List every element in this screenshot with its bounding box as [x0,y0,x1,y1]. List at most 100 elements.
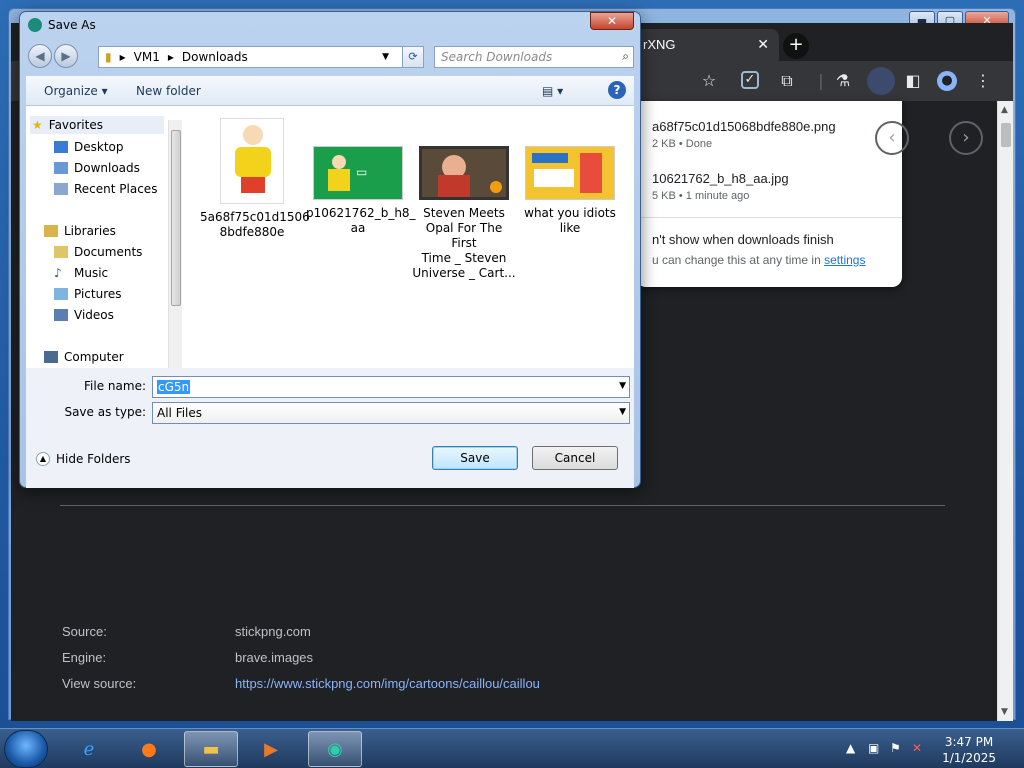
nav-recent-places[interactable]: Recent Places [54,182,157,196]
file-name: 5a68f75c01d1506 8bdfe880e [200,210,310,239]
folder-icon: ▮ [105,50,112,64]
view-source-label: View source: [62,676,137,691]
firefox-icon[interactable]: ● [122,731,176,767]
dialog-title: Save As [48,18,96,32]
pictures-icon [54,288,68,300]
side-panel-icon[interactable]: ◧ [903,71,923,91]
start-button[interactable] [4,730,48,768]
new-tab-button[interactable]: + [783,33,809,59]
search-input[interactable]: Search Downloads ⌕ [434,46,634,68]
internet-explorer-icon[interactable]: ℯ [62,731,116,767]
labs-flask-icon[interactable]: ⚗ [833,71,853,91]
taskbar: ℯ ● ▬ ▶ ◉ ▲ ▣ ⚑ ✕ 3:47 PM 1/1/2025 [0,728,1024,768]
nav-documents[interactable]: Documents [54,245,142,259]
engine-value: brave.images [235,650,314,665]
chevron-down-icon[interactable]: ▼ [619,407,626,417]
browser-tab[interactable]: rXNG ✕ [631,29,779,61]
action-center-flag-icon[interactable]: ⚑ [890,741,901,755]
extension-icon[interactable]: ✓ [741,71,759,89]
bookmark-star-icon[interactable]: ☆ [699,71,719,91]
videos-icon [54,309,68,321]
search-icon[interactable]: ⌕ [622,49,629,64]
hide-folders-toggle[interactable]: ▲ Hide Folders [36,452,131,466]
nav-label: Desktop [74,140,124,154]
scroll-up-icon[interactable]: ▲ [1001,105,1008,115]
settings-link[interactable]: settings [824,253,865,267]
save-as-type-value: All Files [157,406,203,420]
show-hidden-icons[interactable]: ▲ [846,741,855,755]
forward-arrow-icon[interactable]: ▶ [54,44,78,68]
download-item-name[interactable]: a68f75c01d15068bdfe880e.png [652,119,836,134]
chevron-down-icon[interactable]: ▼ [382,52,389,62]
file-explorer-icon[interactable]: ▬ [184,731,238,767]
tab-close-icon[interactable]: ✕ [757,36,769,53]
save-options-panel: File name: cG5n ▼ Save as type: All File… [26,368,634,488]
nav-computer[interactable]: Computer [44,350,124,364]
downloads-icon[interactable] [867,67,895,95]
dialog-app-icon [28,18,42,32]
network-icon[interactable]: ▣ [868,741,879,755]
next-arrow-icon[interactable]: › [949,121,983,155]
nav-videos[interactable]: Videos [54,308,114,322]
file-name-input[interactable]: cG5n ▼ [152,376,630,398]
scroll-thumb[interactable] [171,130,181,306]
nav-pane-scrollbar[interactable] [168,120,182,368]
view-options-icon[interactable]: ▤ ▾ [542,84,563,98]
file-item[interactable]: 5a68f75c01d1506 8bdfe880e [200,118,310,240]
cancel-button[interactable]: Cancel [532,446,618,470]
file-name: p10621762_b_h8_ aa [306,206,416,235]
refresh-button[interactable]: ⟳ [402,46,424,68]
nav-libraries[interactable]: Libraries [44,224,116,238]
help-icon[interactable]: ? [608,81,626,99]
nav-label: Downloads [74,161,140,175]
music-icon: ♪ [54,266,62,280]
address-bar[interactable]: ▮ ▸ VM1 ▸ Downloads ▼ [98,46,420,68]
downloads-folder-icon [54,162,68,174]
prev-arrow-icon[interactable]: ‹ [875,121,909,155]
view-source-link[interactable]: https://www.stickpng.com/img/cartoons/ca… [235,676,540,691]
breadcrumb-downloads[interactable]: Downloads [182,50,248,64]
scroll-thumb[interactable] [1001,123,1011,147]
chevron-down-icon[interactable]: ▼ [619,381,626,391]
profile-avatar-icon[interactable]: ● [937,71,957,91]
nav-favorites[interactable]: ★ Favorites [30,116,164,134]
nav-pictures[interactable]: Pictures [54,287,122,301]
chevron-right-icon: ▸ [167,50,174,64]
nav-label: Pictures [74,287,122,301]
dialog-close-button[interactable]: ✕ [590,12,634,30]
dont-show-option[interactable]: n't show when downloads finish [652,232,834,247]
save-as-type-select[interactable]: All Files ▼ [152,402,630,424]
organize-button[interactable]: Organize ▾ [44,84,108,98]
media-player-icon[interactable]: ▶ [244,731,298,767]
tab-title: rXNG [643,37,676,52]
extensions-puzzle-icon[interactable]: ⧉ [777,71,797,91]
volume-muted-icon[interactable]: ✕ [912,741,922,755]
download-item-name[interactable]: 10621762_b_h8_aa.jpg [652,171,789,186]
command-bar: Organize ▾ New folder ▤ ▾ ? [26,76,634,106]
file-item[interactable]: ▭ p10621762_b_h8_ aa [306,146,416,236]
file-item[interactable]: Steven Meets Opal For The First Time _ S… [412,146,516,281]
clock-time: 3:47 PM [944,735,994,749]
file-list: 5a68f75c01d1506 8bdfe880e ▭ p10621762_b_… [186,106,634,368]
file-thumbnail [419,146,509,200]
file-item[interactable]: what you idiots like [518,146,622,236]
nav-label: Music [74,266,109,280]
scroll-down-icon[interactable]: ▼ [1001,707,1008,717]
clock[interactable]: 3:47 PM 1/1/2025 [942,734,996,766]
clock-date: 1/1/2025 [942,751,996,765]
divider [636,217,902,218]
breadcrumb-vm1[interactable]: VM1 [134,50,160,64]
nav-desktop[interactable]: Desktop [54,140,124,154]
menu-kebab-icon[interactable]: ⋮ [973,71,993,91]
file-thumbnail [525,146,615,200]
back-arrow-icon[interactable]: ◀ [28,44,52,68]
nav-downloads[interactable]: Downloads [54,161,140,175]
source-label: Source: [62,624,107,639]
new-folder-button[interactable]: New folder [136,84,201,98]
nav-label: Recent Places [74,182,158,196]
save-button[interactable]: Save [432,446,518,470]
page-scrollbar[interactable]: ▲ ▼ [997,101,1013,721]
libraries-icon [44,225,58,237]
nav-music[interactable]: ♪ Music [54,266,108,280]
browser-taskbar-icon[interactable]: ◉ [308,731,362,767]
